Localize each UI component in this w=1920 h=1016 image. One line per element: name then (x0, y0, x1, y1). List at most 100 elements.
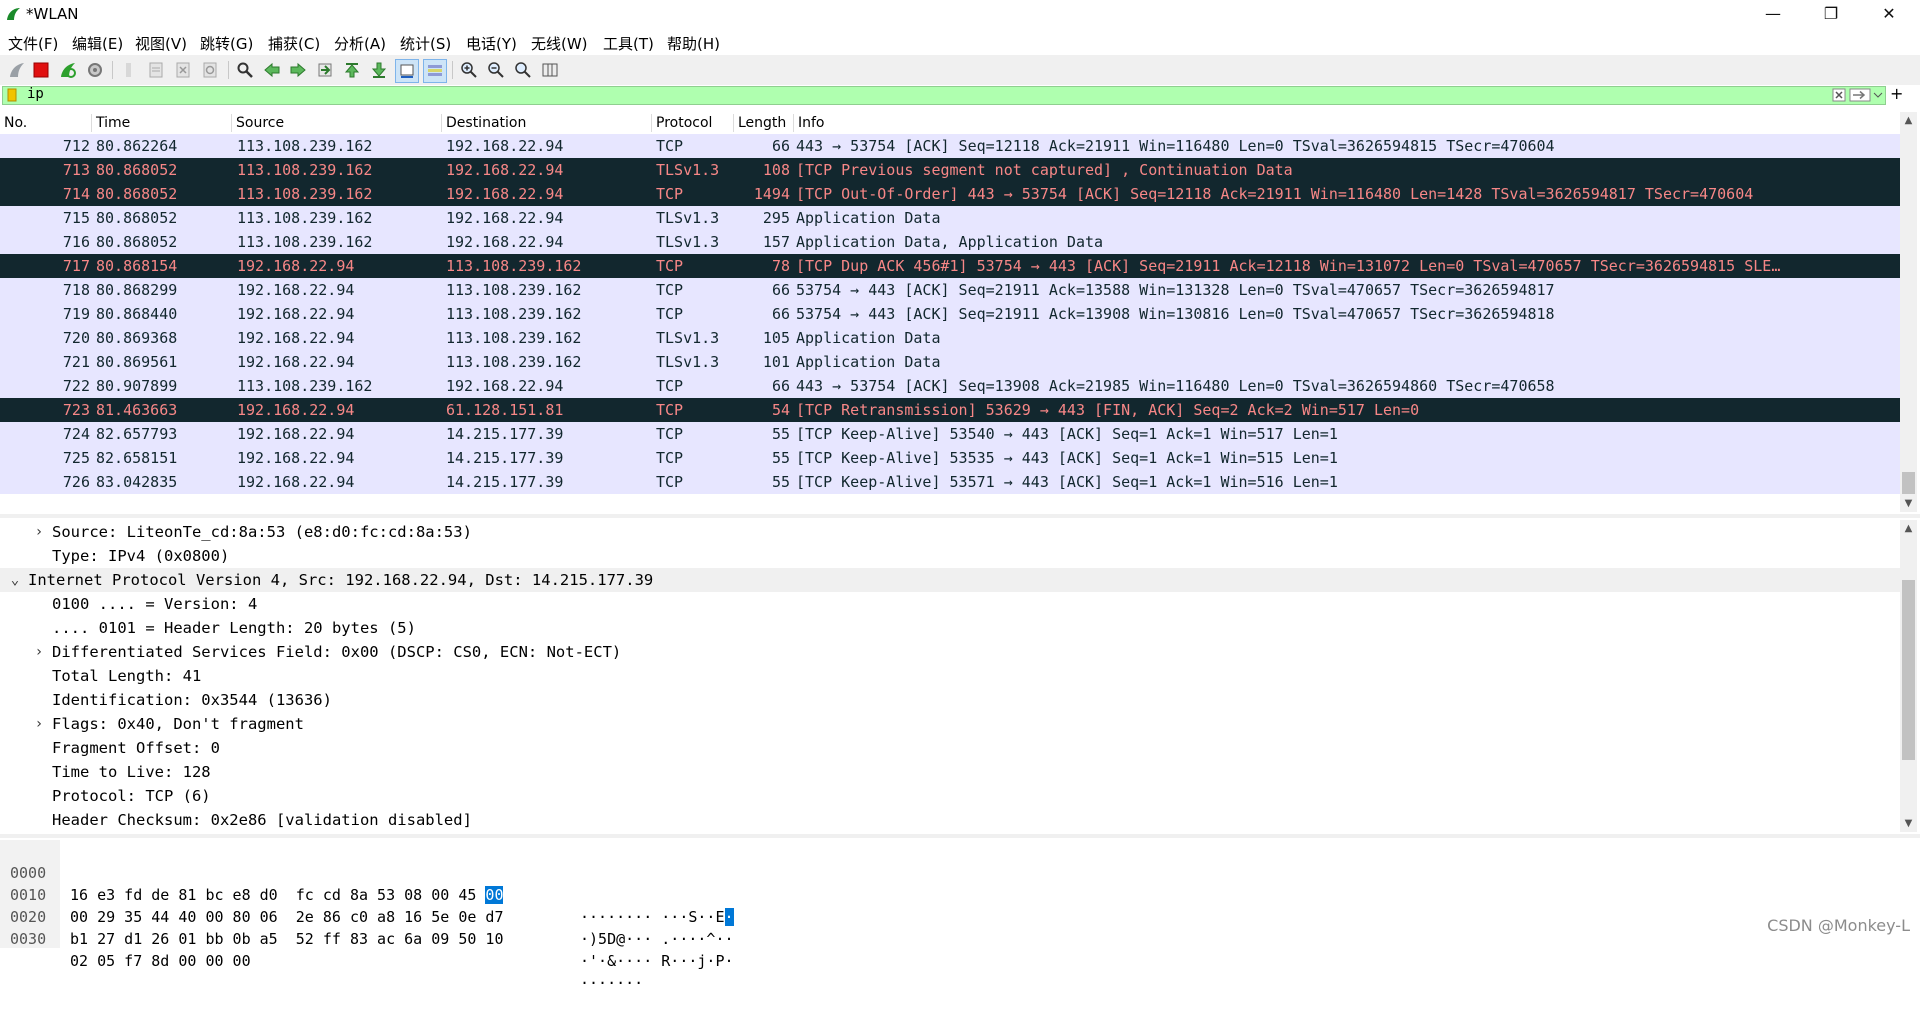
hex-bytes[interactable]: 00 29 35 44 40 00 80 06 2e 86 c0 a8 16 5… (70, 906, 503, 928)
packet-row[interactable]: 716 80.868052 113.108.239.162 192.168.22.94… (0, 230, 1900, 254)
ascii-bytes[interactable]: ·)5D@··· .····^·· (580, 928, 734, 950)
filter-dropdown-icon[interactable] (1873, 90, 1883, 100)
detail-row[interactable]: Protocol: TCP (6) (0, 784, 1900, 808)
autoscroll-icon[interactable] (395, 59, 419, 83)
packet-row[interactable]: 714 80.868052 113.108.239.162 192.168.22.94… (0, 182, 1900, 206)
selected-hex-byte[interactable]: 00 (485, 886, 504, 904)
pane-splitter[interactable] (0, 514, 1920, 518)
zoom-normal-icon[interactable] (512, 59, 534, 81)
go-forward-icon[interactable] (287, 59, 309, 81)
bookmark-icon[interactable] (7, 88, 19, 102)
detail-row[interactable]: 0100 .... = Version: 4 (0, 592, 1900, 616)
expand-chevron-icon[interactable]: › (32, 640, 46, 664)
reload-icon[interactable] (199, 59, 221, 81)
collapse-chevron-icon[interactable]: ⌄ (8, 568, 22, 592)
detail-row[interactable]: Time to Live: 128 (0, 760, 1900, 784)
scroll-down-arrow-icon[interactable]: ▼ (1900, 495, 1917, 512)
scroll-thumb[interactable] (1902, 580, 1915, 760)
detail-row[interactable]: › Differentiated Services Field: 0x00 (DS… (0, 640, 1900, 664)
menu-go[interactable]: 跳转(G) (200, 33, 253, 54)
packet-row[interactable]: 717 80.868154 192.168.22.94 113.108.239.162… (0, 254, 1900, 278)
close-button[interactable]: ✕ (1860, 0, 1918, 29)
menu-tools[interactable]: 工具(T) (603, 33, 654, 54)
packet-row[interactable]: 720 80.869368 192.168.22.94 113.108.239.162… (0, 326, 1900, 350)
detail-row[interactable]: › Source: LiteonTe_cd:8a:53 (e8:d0:fc:cd:… (0, 520, 1900, 544)
capture-options-icon[interactable] (84, 59, 106, 81)
menu-statistics[interactable]: 统计(S) (400, 33, 451, 54)
column-header-protocol[interactable]: Protocol (652, 114, 734, 132)
zoom-out-icon[interactable] (485, 59, 507, 81)
column-header-source[interactable]: Source (232, 114, 442, 132)
expand-chevron-icon[interactable]: › (32, 712, 46, 736)
display-filter-input[interactable]: ip (2, 86, 1886, 105)
resize-columns-icon[interactable] (539, 59, 561, 81)
menu-capture[interactable]: 捕获(C) (268, 33, 320, 54)
packet-row[interactable]: 718 80.868299 192.168.22.94 113.108.239.162… (0, 278, 1900, 302)
go-first-icon[interactable] (341, 59, 363, 81)
hex-bytes[interactable]: 16 e3 fd de 81 bc e8 d0 fc cd 8a 53 08 0… (70, 884, 504, 906)
add-filter-button[interactable]: + (1890, 84, 1903, 103)
column-header-no[interactable]: No. (0, 114, 92, 132)
shark-fin-icon[interactable] (6, 59, 28, 81)
stop-capture-icon[interactable] (30, 59, 52, 81)
packet-row[interactable]: 723 81.463663 192.168.22.94 61.128.151.81 TC… (0, 398, 1900, 422)
ascii-bytes[interactable]: ·'·&···· R···j·P· (580, 950, 734, 972)
detail-row[interactable]: ⌄ Internet Protocol Version 4, Src: 192.1… (0, 568, 1900, 592)
packet-protocol: TCP (656, 473, 684, 491)
packet-row[interactable]: 719 80.868440 192.168.22.94 113.108.239.162… (0, 302, 1900, 326)
column-header-time[interactable]: Time (92, 114, 232, 132)
details-scrollbar[interactable]: ▲ ▼ (1900, 520, 1917, 832)
hex-bytes[interactable]: b1 27 d1 26 01 bb 0b a5 52 ff 83 ac 6a 0… (70, 928, 503, 950)
detail-row[interactable]: Fragment Offset: 0 (0, 736, 1900, 760)
expand-chevron-icon[interactable]: › (32, 520, 46, 544)
packet-row[interactable]: 712 80.862264 113.108.239.162 192.168.22.94… (0, 134, 1900, 158)
packet-row[interactable]: 725 82.658151 192.168.22.94 14.215.177.39 TC… (0, 446, 1900, 470)
packet-row[interactable]: 722 80.907899 113.108.239.162 192.168.22.94… (0, 374, 1900, 398)
selected-ascii-byte[interactable]: · (724, 908, 734, 926)
detail-row[interactable]: Header Checksum: 0x2e86 [validation disa… (0, 808, 1900, 832)
save-file-icon[interactable] (145, 59, 167, 81)
pane-splitter[interactable] (0, 834, 1920, 838)
detail-row[interactable]: .... 0101 = Header Length: 20 bytes (5) (0, 616, 1900, 640)
colorize-icon[interactable] (423, 59, 447, 83)
menu-edit[interactable]: 编辑(E) (72, 33, 123, 54)
ascii-bytes[interactable]: ········ ···S··E· (580, 906, 734, 928)
packet-row[interactable]: 713 80.868052 113.108.239.162 192.168.22.94… (0, 158, 1900, 182)
find-packet-icon[interactable] (234, 59, 256, 81)
minimize-button[interactable]: — (1744, 0, 1802, 29)
ascii-bytes[interactable]: ······· (580, 972, 643, 994)
hex-bytes[interactable]: 02 05 f7 8d 00 00 00 (70, 950, 251, 972)
menu-telephony[interactable]: 电话(Y) (466, 33, 517, 54)
packet-row[interactable]: 715 80.868052 113.108.239.162 192.168.22.94… (0, 206, 1900, 230)
packet-row[interactable]: 726 83.042835 192.168.22.94 14.215.177.39 TC… (0, 470, 1900, 494)
menu-analyze[interactable]: 分析(A) (334, 33, 386, 54)
menu-wireless[interactable]: 无线(W) (531, 33, 588, 54)
column-header-length[interactable]: Length (734, 114, 794, 132)
go-last-icon[interactable] (368, 59, 390, 81)
close-file-icon[interactable] (172, 59, 194, 81)
go-back-icon[interactable] (261, 59, 283, 81)
detail-row[interactable]: Identification: 0x3544 (13636) (0, 688, 1900, 712)
menu-file[interactable]: 文件(F) (8, 33, 58, 54)
zoom-in-icon[interactable] (458, 59, 480, 81)
detail-row[interactable]: Total Length: 41 (0, 664, 1900, 688)
go-to-packet-icon[interactable] (314, 59, 336, 81)
detail-row[interactable]: › Flags: 0x40, Don't fragment (0, 712, 1900, 736)
maximize-button[interactable]: ❐ (1802, 0, 1860, 29)
menu-view[interactable]: 视图(V) (135, 33, 187, 54)
apply-filter-icon[interactable] (1849, 88, 1871, 102)
column-header-info[interactable]: Info (794, 114, 1894, 132)
scroll-up-arrow-icon[interactable]: ▲ (1900, 112, 1917, 129)
menu-help[interactable]: 帮助(H) (667, 33, 720, 54)
packet-row[interactable]: 724 82.657793 192.168.22.94 14.215.177.39 TC… (0, 422, 1900, 446)
detail-row[interactable]: Type: IPv4 (0x0800) (0, 544, 1900, 568)
restart-capture-icon[interactable] (57, 59, 79, 81)
open-file-icon[interactable] (118, 59, 140, 81)
scroll-thumb[interactable] (1902, 472, 1915, 494)
packet-row[interactable]: 721 80.869561 192.168.22.94 113.108.239.162… (0, 350, 1900, 374)
column-header-destination[interactable]: Destination (442, 114, 652, 132)
clear-filter-icon[interactable] (1832, 88, 1846, 102)
packet-list-scrollbar[interactable]: ▲ ▼ (1900, 112, 1917, 512)
scroll-down-arrow-icon[interactable]: ▼ (1900, 815, 1917, 832)
scroll-up-arrow-icon[interactable]: ▲ (1900, 520, 1917, 537)
